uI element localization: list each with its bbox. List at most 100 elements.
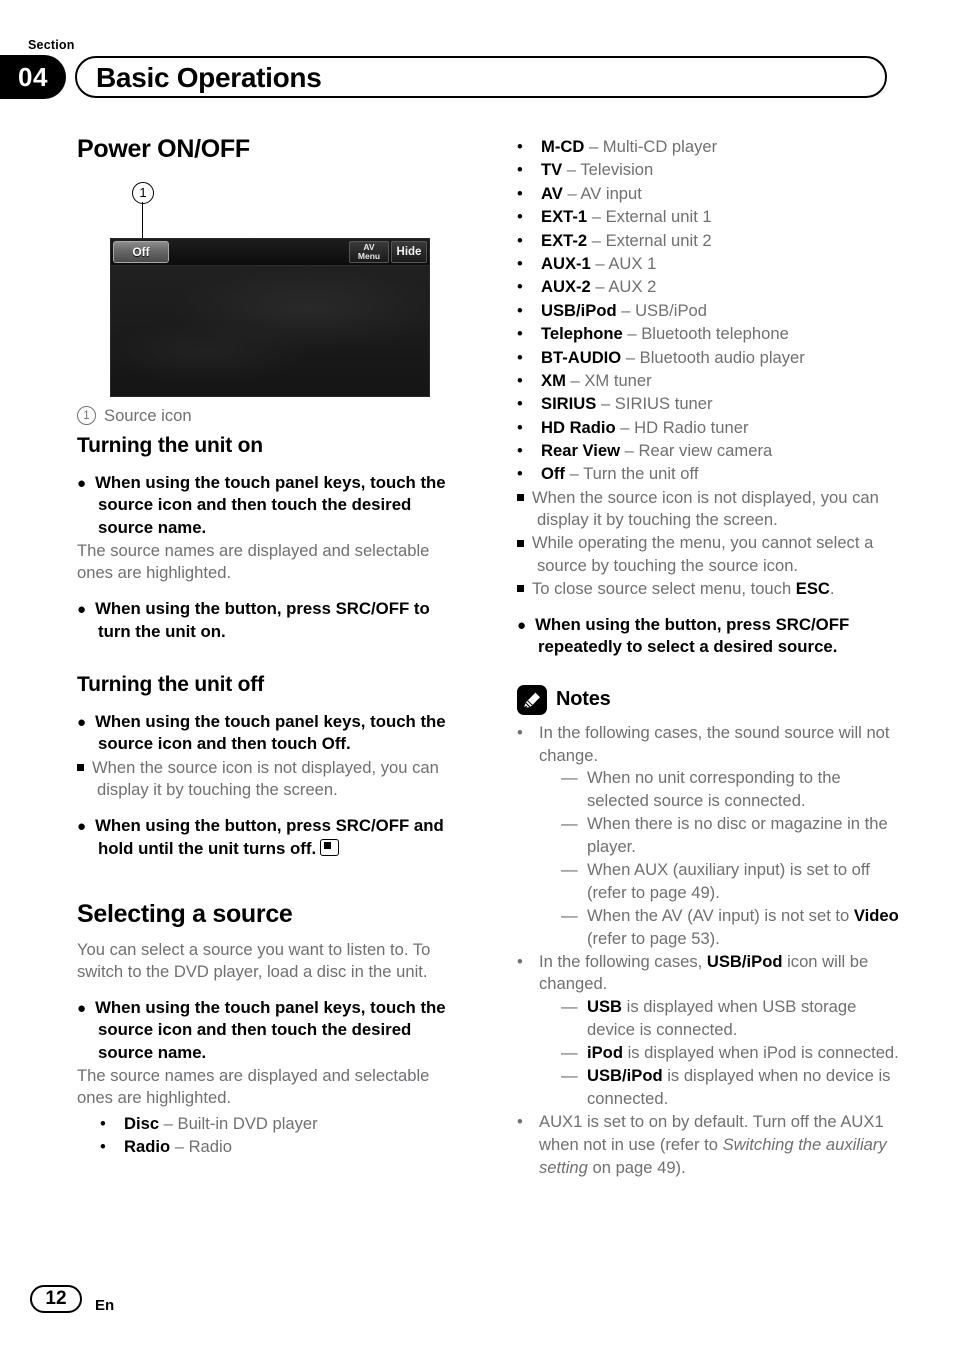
figure-caption: 1 Source icon xyxy=(77,406,192,426)
list-item: • USB/iPod – USB/iPod xyxy=(517,299,907,322)
note-sub-text: is displayed when USB storage device is … xyxy=(587,997,857,1040)
ipod-key-label: iPod xyxy=(587,1043,623,1063)
dash-icon: — xyxy=(561,814,578,834)
list-item: • M-CD – Multi-CD player xyxy=(517,135,907,158)
selecting-item-1-body: The source names are displayed and selec… xyxy=(77,1066,430,1108)
bullet-icon: • xyxy=(100,1113,106,1133)
turning-off-note: When the source icon is not displayed, y… xyxy=(77,757,459,801)
notes-header: Notes xyxy=(517,684,907,715)
right-note-2: While operating the menu, you cannot sel… xyxy=(517,532,907,576)
list-item: • SIRIUS – SIRIUS tuner xyxy=(517,392,907,415)
section-title: Basic Operations xyxy=(96,62,322,93)
video-key-label: Video xyxy=(853,905,899,925)
device-av-menu-button: AV Menu xyxy=(349,240,389,263)
source-name: Disc xyxy=(124,1113,160,1133)
bullet-icon: • xyxy=(517,464,523,484)
note-square-marker xyxy=(517,539,524,547)
dash-icon: — xyxy=(561,905,578,925)
source-name: XM xyxy=(541,370,566,390)
bullet-icon: • xyxy=(517,160,523,180)
note-square-marker xyxy=(77,764,84,772)
callout-leader-line xyxy=(141,201,144,238)
usb-key-label: USB xyxy=(587,997,623,1017)
list-item: • AUX-1 – AUX 1 xyxy=(517,252,907,275)
subhead-turning-unit-off: Turning the unit off xyxy=(77,673,264,696)
turning-off-note-text: When the source icon is not displayed, y… xyxy=(92,757,439,800)
left-column: Power ON/OFF 1 Off AV Menu Hide 1 Source… xyxy=(77,135,459,1158)
selecting-item-1: ● When using the touch panel keys, touch … xyxy=(77,998,446,1062)
right-note-1: When the source icon is not displayed, y… xyxy=(517,487,907,531)
turning-off-item-2: ● When using the button, press SRC/OFF an… xyxy=(77,816,444,858)
list-item: • Telephone – Bluetooth telephone xyxy=(517,322,907,345)
list-item: • EXT-1 – External unit 1 xyxy=(517,205,907,228)
bullet-icon: • xyxy=(517,441,523,461)
source-name: AV xyxy=(541,183,563,203)
source-desc: AUX 2 xyxy=(608,277,657,297)
source-list-left: • Disc – Built-in DVD player • Radio – Rad… xyxy=(100,1112,459,1159)
pencil-note-icon xyxy=(517,684,547,715)
bullet-icon: • xyxy=(517,324,523,344)
dash-icon: — xyxy=(561,1043,578,1063)
section-number-tab: 04 xyxy=(0,55,66,99)
source-name: AUX-2 xyxy=(541,277,591,297)
note-sub-item: — When the AV (AV input) is not set to Vi… xyxy=(561,905,907,951)
note-sub-item: — When no unit corresponding to the selec… xyxy=(561,767,907,813)
source-desc: USB/iPod xyxy=(635,300,708,320)
bullet-icon: • xyxy=(517,370,523,390)
note-sub-list: — When no unit corresponding to the selec… xyxy=(561,767,907,950)
bullet-icon: • xyxy=(517,394,523,414)
note-sub-item: — USB/iPod is displayed when no device is… xyxy=(561,1065,907,1111)
note-square-marker xyxy=(517,585,524,593)
turning-off-item-1: ● When using the touch panel keys, touch … xyxy=(77,712,446,754)
list-item: • AV – AV input xyxy=(517,182,907,205)
source-list-right: • M-CD – Multi-CD player • TV – Television… xyxy=(517,135,907,486)
note-item: • In the following cases, USB/iPod icon w… xyxy=(517,951,907,1111)
source-desc: AUX 1 xyxy=(608,253,657,273)
source-name: Rear View xyxy=(541,441,621,461)
note-sub-text: is displayed when iPod is connected. xyxy=(622,1043,899,1063)
bullet-icon: • xyxy=(517,722,523,742)
source-desc: Television xyxy=(580,160,654,180)
list-item: • Disc – Built-in DVD player xyxy=(100,1112,459,1135)
source-name: BT-AUDIO xyxy=(541,347,622,367)
note-sub-text: When AUX (auxiliary input) is set to off… xyxy=(587,860,870,902)
turning-on-item-2: ● When using the button, press SRC/OFF to… xyxy=(77,599,430,641)
source-desc: Built-in DVD player xyxy=(177,1113,318,1133)
source-desc: Turn the unit off xyxy=(583,464,699,484)
right-note-1-text: When the source icon is not displayed, y… xyxy=(532,487,879,530)
language-code: En xyxy=(95,1297,115,1314)
turning-off-item-2-text: When using the button, press SRC/OFF and… xyxy=(95,816,444,858)
source-desc: External unit 1 xyxy=(605,207,712,227)
section-word: Section xyxy=(28,38,75,52)
list-item: • Radio – Radio xyxy=(100,1135,459,1158)
manual-page: Section 04 Basic Operations Power ON/OFF… xyxy=(0,0,954,1352)
notes-title: Notes xyxy=(556,688,611,711)
source-name: USB/iPod xyxy=(541,300,617,320)
device-screen-image: Off AV Menu Hide xyxy=(110,237,430,397)
bullet-icon: • xyxy=(517,347,523,367)
bullet-icon: • xyxy=(517,417,523,437)
source-desc: SIRIUS tuner xyxy=(614,394,713,414)
note-sub-item: — When AUX (auxiliary input) is set to of… xyxy=(561,859,907,905)
note-item-a: In the following cases, xyxy=(539,951,707,971)
note-sub-text: When no unit corresponding to the select… xyxy=(587,768,841,811)
note-item: • In the following cases, the sound sourc… xyxy=(517,722,907,951)
source-desc: Bluetooth telephone xyxy=(641,324,789,344)
usb-ipod-key-label-2: USB/iPod xyxy=(587,1066,663,1086)
turning-on-item-1-text: When using the touch panel keys, touch t… xyxy=(95,472,446,537)
source-desc: AV input xyxy=(580,183,642,203)
right-column: • M-CD – Multi-CD player • TV – Television… xyxy=(517,135,907,1180)
turning-on-item-1: ● When using the touch panel keys, touch … xyxy=(77,472,446,537)
source-name: AUX-1 xyxy=(541,253,591,273)
bullet-icon: • xyxy=(517,253,523,273)
note-item-b: on page 49). xyxy=(587,1157,686,1177)
source-name: HD Radio xyxy=(541,417,616,437)
turning-on-item-2-text: When using the button, press SRC/OFF to … xyxy=(95,599,430,641)
selecting-intro: You can select a source you want to list… xyxy=(77,939,431,981)
bullet-icon: • xyxy=(517,230,523,250)
note-sub-a: When the AV (AV input) is not set to xyxy=(587,905,854,925)
av-menu-line-2: Menu xyxy=(357,250,381,261)
note-item: • AUX1 is set to on by default. Turn off … xyxy=(517,1111,907,1180)
bullet-icon: • xyxy=(517,300,523,320)
esc-key-label: ESC xyxy=(795,578,830,598)
